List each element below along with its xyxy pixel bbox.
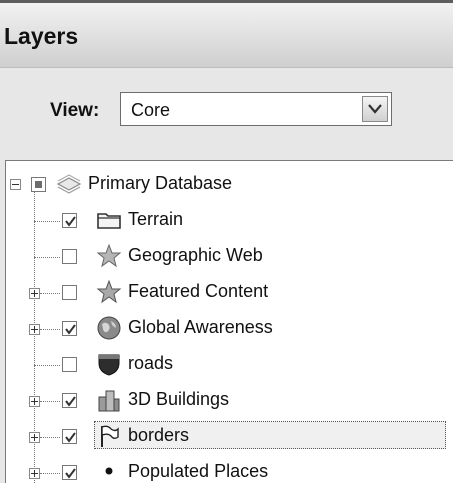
layers-panel: Layers View: Core Primary Database Terra… <box>0 0 453 483</box>
check-icon <box>65 468 76 479</box>
star-icon <box>96 243 122 268</box>
tree-connector <box>40 293 60 294</box>
checkbox-global-awareness[interactable] <box>62 321 77 336</box>
tree-row-borders[interactable]: borders <box>6 419 453 453</box>
tree-connector <box>40 473 60 474</box>
chevron-down-icon <box>368 104 382 114</box>
expand-toggle[interactable] <box>29 468 40 479</box>
expand-toggle[interactable] <box>29 288 40 299</box>
tree-connector <box>34 365 60 366</box>
view-select[interactable]: Core <box>120 92 392 126</box>
panel-title: Layers <box>4 23 79 49</box>
checkbox-roads[interactable] <box>62 357 77 372</box>
view-select-value: Core <box>131 100 171 120</box>
layer-label: Primary Database <box>88 173 233 193</box>
layer-label: Terrain <box>128 209 184 229</box>
checkbox-borders[interactable] <box>62 429 77 444</box>
road-shield-icon <box>98 354 120 376</box>
layer-label: borders <box>128 425 190 445</box>
tree-connector <box>40 329 60 330</box>
layer-label: Geographic Web <box>128 245 263 265</box>
collapse-toggle[interactable] <box>10 179 21 190</box>
checkbox-geographic-web[interactable] <box>62 249 77 264</box>
tree-row-3d-buildings[interactable]: 3D Buildings <box>6 383 453 417</box>
tree-row-roads[interactable]: roads <box>6 347 453 381</box>
layer-label: Populated Places <box>128 461 269 481</box>
layer-tree[interactable]: Primary Database Terrain Geographic Web <box>5 160 453 483</box>
checkbox-terrain[interactable] <box>62 213 77 228</box>
tree-row-primary-database[interactable]: Primary Database <box>6 167 453 201</box>
layer-label: roads <box>128 353 174 373</box>
check-icon <box>65 216 76 227</box>
dot-icon <box>105 467 113 475</box>
layer-label: 3D Buildings <box>128 389 230 409</box>
tree-connector <box>40 401 60 402</box>
check-icon <box>65 396 76 407</box>
tree-row-geographic-web[interactable]: Geographic Web <box>6 239 453 273</box>
checkbox-populated-places[interactable] <box>62 465 77 480</box>
check-icon <box>65 324 76 335</box>
globe-icon <box>97 316 121 340</box>
tree-connector <box>40 437 60 438</box>
expand-toggle[interactable] <box>29 324 40 335</box>
tree-row-global-awareness[interactable]: Global Awareness <box>6 311 453 345</box>
checkbox-3d-buildings[interactable] <box>62 393 77 408</box>
view-label: View: <box>50 100 100 121</box>
expand-toggle[interactable] <box>29 396 40 407</box>
star-icon <box>96 279 122 304</box>
tree-connector <box>34 257 60 258</box>
checkbox-primary-database[interactable] <box>31 177 46 192</box>
buildings-icon <box>98 390 120 412</box>
layer-label: Featured Content <box>128 281 269 301</box>
panel-header: Layers <box>0 0 453 68</box>
border-flag-icon <box>101 425 119 447</box>
tree-connector <box>34 221 60 222</box>
layer-label: Global Awareness <box>128 317 273 337</box>
expand-toggle[interactable] <box>29 432 40 443</box>
dropdown-button[interactable] <box>362 96 388 122</box>
check-icon <box>65 432 76 443</box>
database-icon <box>56 174 82 194</box>
tree-row-terrain[interactable]: Terrain <box>6 203 453 237</box>
folder-icon <box>97 213 121 229</box>
tree-row-featured-content[interactable]: Featured Content <box>6 275 453 309</box>
checkbox-featured-content[interactable] <box>62 285 77 300</box>
tree-row-populated-places[interactable]: Populated Places <box>6 455 453 483</box>
